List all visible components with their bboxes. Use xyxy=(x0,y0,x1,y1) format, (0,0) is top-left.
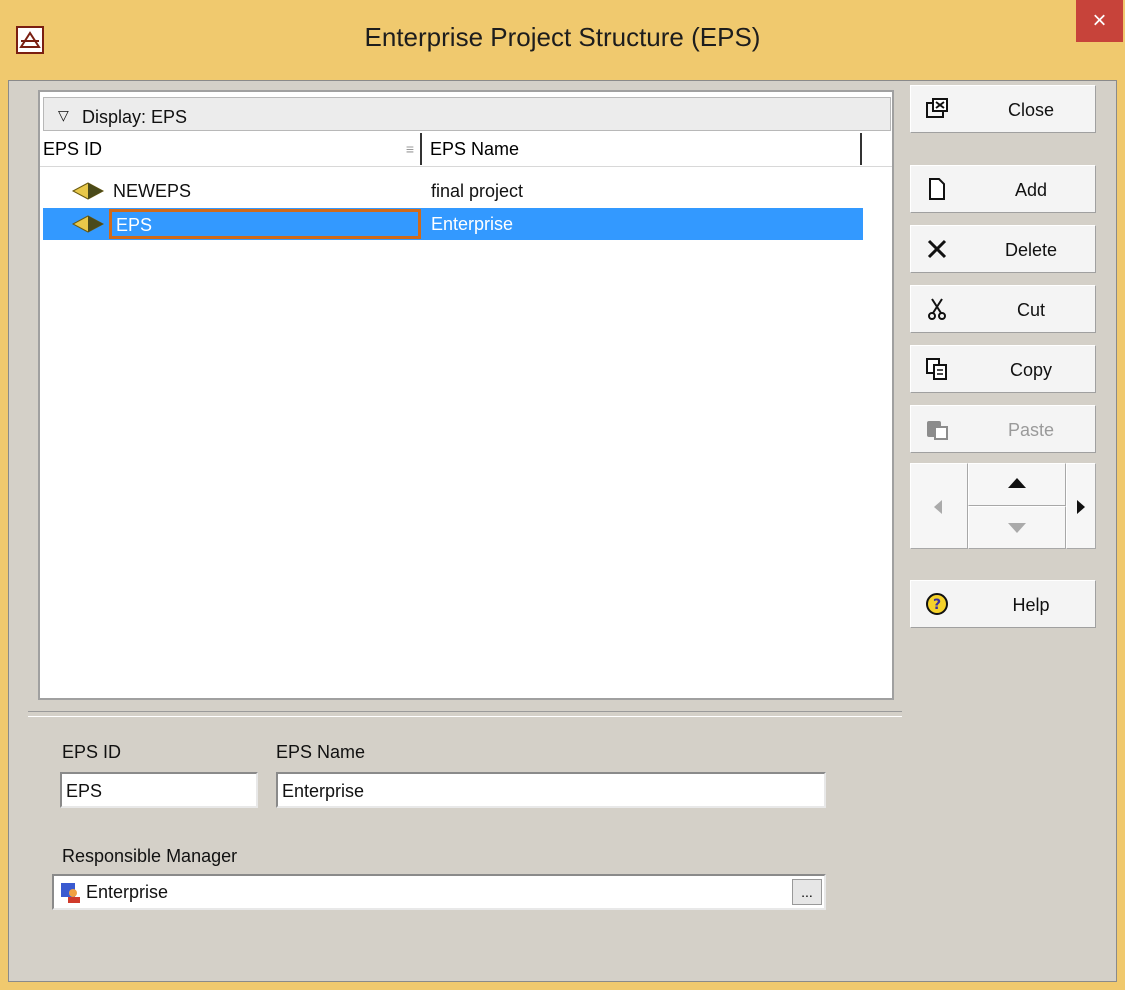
title-bar: Enterprise Project Structure (EPS) × xyxy=(0,0,1125,80)
eps-dialog: Enterprise Project Structure (EPS) × ▽ D… xyxy=(0,0,1125,990)
paste-icon xyxy=(925,417,949,441)
new-document-icon xyxy=(925,177,949,201)
eps-grid: ▽ Display: EPS EPS ID ≡ EPS Name NEWEPS … xyxy=(38,90,894,700)
obs-user-icon xyxy=(60,882,82,909)
window-close-button[interactable]: × xyxy=(1076,0,1123,42)
display-bar[interactable]: ▽ Display: EPS xyxy=(43,97,891,131)
copy-button-label: Copy xyxy=(1009,360,1053,380)
table-row-selected[interactable]: EPS Enterprise xyxy=(43,208,863,240)
cut-button-label: Cut xyxy=(1016,300,1045,320)
move-up-button[interactable] xyxy=(968,463,1066,506)
eps-id-label: EPS ID xyxy=(62,742,122,762)
column-header-eps-name[interactable]: EPS Name xyxy=(422,133,862,165)
close-window-icon xyxy=(925,97,949,121)
display-label: Display: EPS xyxy=(82,107,188,127)
row-eps-name: Enterprise xyxy=(431,214,514,234)
help-button[interactable]: ? Help xyxy=(910,580,1096,628)
row-eps-name: final project xyxy=(431,181,524,201)
row-eps-id-editing[interactable]: EPS xyxy=(109,209,421,239)
help-button-label: Help xyxy=(1012,595,1050,615)
eps-name-field[interactable]: Enterprise xyxy=(276,772,826,808)
delete-button-label: Delete xyxy=(1004,240,1058,260)
copy-button[interactable]: Copy xyxy=(910,345,1096,393)
table-row[interactable]: NEWEPS final project xyxy=(43,175,863,207)
row-eps-id: NEWEPS xyxy=(113,181,192,201)
add-button-label: Add xyxy=(1014,180,1048,200)
delete-button[interactable]: Delete xyxy=(910,225,1096,273)
browse-manager-button[interactable]: ... xyxy=(792,879,822,905)
scissors-icon xyxy=(925,297,949,321)
panel-splitter[interactable] xyxy=(28,711,902,717)
eps-node-icon xyxy=(71,214,105,239)
paste-button-label: Paste xyxy=(1007,420,1055,440)
close-button[interactable]: Close xyxy=(910,85,1096,133)
responsible-manager-value: Enterprise xyxy=(86,882,169,902)
window-title: Enterprise Project Structure (EPS) xyxy=(364,22,761,52)
column-header-label: EPS ID xyxy=(43,139,103,159)
grid-header: EPS ID ≡ EPS Name xyxy=(40,133,892,167)
column-header-label: EPS Name xyxy=(430,139,520,159)
eps-name-label: EPS Name xyxy=(276,742,366,762)
chevron-down-icon[interactable]: ▽ xyxy=(58,107,69,124)
navigation-pad xyxy=(910,463,1096,549)
eps-id-field[interactable]: EPS xyxy=(60,772,258,808)
add-button[interactable]: Add xyxy=(910,165,1096,213)
paste-button[interactable]: Paste xyxy=(910,405,1096,453)
help-icon: ? xyxy=(925,592,949,616)
cut-button[interactable]: Cut xyxy=(910,285,1096,333)
eps-node-icon xyxy=(71,181,105,206)
move-right-button[interactable] xyxy=(1066,463,1096,549)
responsible-manager-label: Responsible Manager xyxy=(62,846,238,866)
move-down-button[interactable] xyxy=(968,506,1066,549)
responsible-manager-field[interactable]: Enterprise ... xyxy=(52,874,826,910)
move-left-button[interactable] xyxy=(910,463,968,549)
svg-text:?: ? xyxy=(933,597,941,613)
column-header-eps-id[interactable]: EPS ID ≡ xyxy=(43,133,422,165)
close-button-label: Close xyxy=(1007,100,1055,120)
delete-x-icon xyxy=(925,237,949,261)
copy-icon xyxy=(925,357,949,381)
sort-icon[interactable]: ≡ xyxy=(406,141,414,157)
